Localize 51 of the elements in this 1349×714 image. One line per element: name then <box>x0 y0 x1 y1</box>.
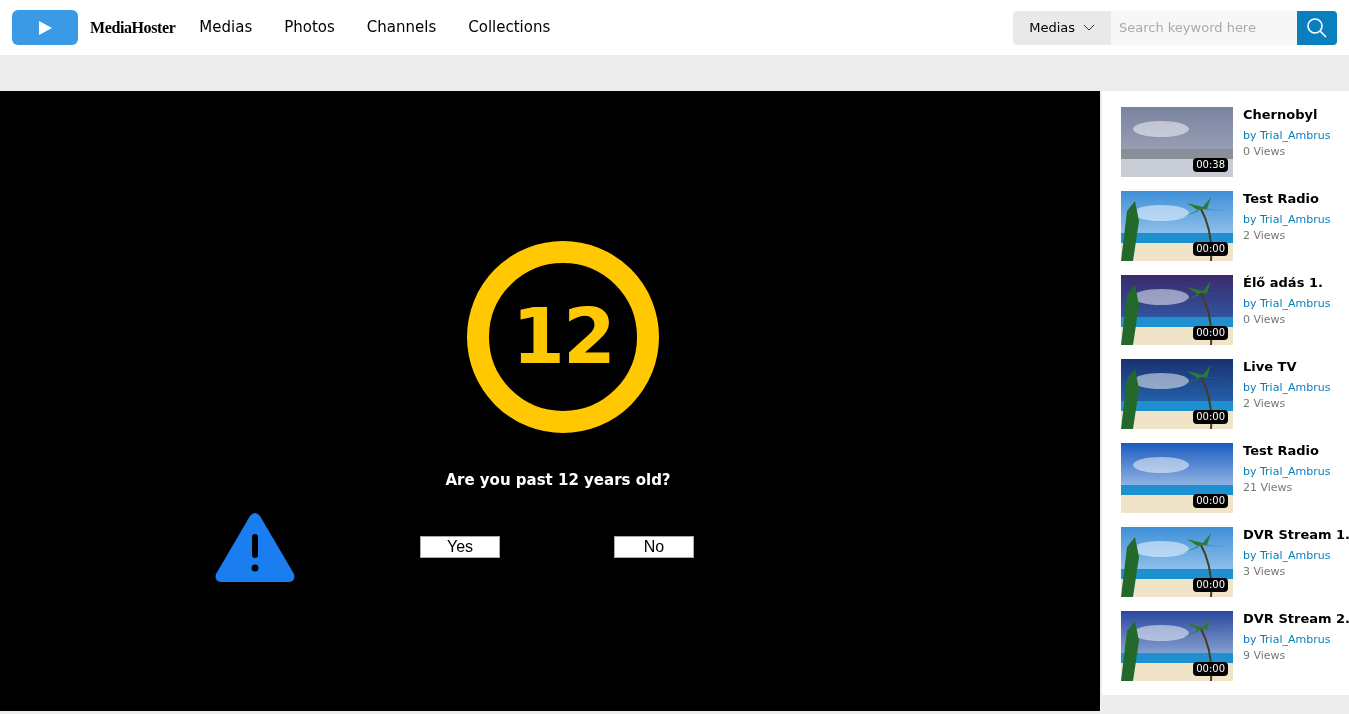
video-thumbnail[interactable]: 00:00 <box>1121 191 1233 261</box>
duration-label: 00:00 <box>1193 242 1228 256</box>
chevron-down-icon <box>1083 23 1095 32</box>
view-count: 2 Views <box>1243 396 1287 412</box>
search-icon <box>1306 16 1328 39</box>
video-thumbnail[interactable]: 00:00 <box>1121 443 1233 513</box>
author-link[interactable]: by Trial_Ambrus <box>1243 296 1331 312</box>
author-link[interactable]: by Trial_Ambrus <box>1243 632 1349 648</box>
duration-label: 00:00 <box>1193 578 1228 592</box>
video-thumbnail[interactable]: 00:00 <box>1121 611 1233 681</box>
nav-link[interactable]: Collections <box>468 16 551 39</box>
video-title[interactable]: DVR Stream 1. <box>1243 527 1349 543</box>
author-link[interactable]: by Trial_Ambrus <box>1243 464 1331 480</box>
answer-button[interactable]: No <box>614 535 694 558</box>
video-title[interactable]: Live TV <box>1243 359 1331 375</box>
duration-label: 00:00 <box>1193 326 1228 340</box>
author-link[interactable]: by Trial_Ambrus <box>1243 380 1331 396</box>
duration-label: 00:00 <box>1193 662 1228 676</box>
duration-label: 00:38 <box>1193 158 1228 172</box>
video-thumbnail[interactable]: 00:38 <box>1121 107 1233 177</box>
logo-text[interactable]: MediaHoster <box>90 15 176 40</box>
duration-label: 00:00 <box>1193 410 1228 424</box>
view-count: 0 Views <box>1243 144 1287 160</box>
video-title[interactable]: DVR Stream 2. <box>1243 611 1349 627</box>
warning-icon <box>214 511 296 582</box>
play-logo-icon[interactable] <box>12 10 78 45</box>
search-field[interactable]: Search keyword here <box>1111 10 1297 45</box>
video-title[interactable]: Chernobyl <box>1243 107 1331 123</box>
video-thumbnail[interactable]: 00:00 <box>1121 359 1233 429</box>
view-count: 21 Views <box>1243 480 1294 496</box>
answer-button[interactable]: Yes <box>420 535 500 558</box>
author-link[interactable]: by Trial_Ambrus <box>1243 128 1331 144</box>
video-thumbnail[interactable]: 00:00 <box>1121 275 1233 345</box>
video-title[interactable]: Test Radio <box>1243 443 1331 459</box>
nav-link[interactable]: Channels <box>366 16 437 39</box>
author-link[interactable]: by Trial_Ambrus <box>1243 212 1331 228</box>
duration-label: 00:00 <box>1193 494 1228 508</box>
view-count: 0 Views <box>1243 312 1287 328</box>
nav-link[interactable]: Medias <box>199 16 253 39</box>
video-title[interactable]: Élő adás 1. <box>1243 275 1331 291</box>
video-title[interactable]: Test Radio <box>1243 191 1331 207</box>
search-button[interactable] <box>1297 10 1337 45</box>
view-count: 9 Views <box>1243 648 1287 664</box>
nav-link[interactable]: Photos <box>284 16 335 39</box>
video-thumbnail[interactable]: 00:00 <box>1121 527 1233 597</box>
view-count: 2 Views <box>1243 228 1287 244</box>
age-question: Are you past 12 years old? <box>445 470 671 491</box>
view-count: 3 Views <box>1243 564 1287 580</box>
category-dropdown[interactable]: Medias <box>1013 10 1111 45</box>
author-link[interactable]: by Trial_Ambrus <box>1243 548 1349 564</box>
age-rating-badge: 12 <box>467 241 659 433</box>
